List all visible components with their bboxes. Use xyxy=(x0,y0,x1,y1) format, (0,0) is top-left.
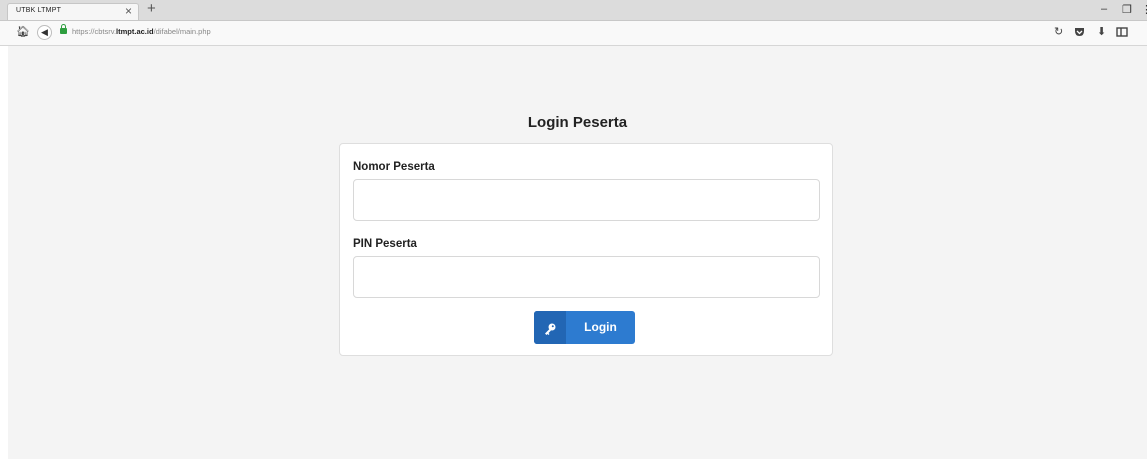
login-button[interactable]: Login xyxy=(534,311,635,344)
download-icon[interactable]: ⬇ xyxy=(1097,25,1106,39)
minimize-button[interactable]: – xyxy=(1101,3,1107,15)
nomor-peserta-input[interactable] xyxy=(353,179,820,221)
browser-tab[interactable]: UTBK LTMPT × xyxy=(7,3,139,20)
url-domain: ltmpt.ac.id xyxy=(116,27,154,36)
tab-title: UTBK LTMPT xyxy=(16,7,62,14)
url-path: /difabel/main.php xyxy=(153,27,211,36)
tab-strip: UTBK LTMPT × + – ❐ ⋮ xyxy=(0,0,1147,21)
new-tab-button[interactable]: + xyxy=(147,0,156,18)
login-button-label: Login xyxy=(584,320,617,334)
page-content: Login Peserta Nomor Peserta PIN Peserta … xyxy=(8,46,1147,459)
pin-peserta-label: PIN Peserta xyxy=(353,238,417,250)
login-card: Nomor Peserta PIN Peserta Login xyxy=(339,143,833,356)
window-menu-button[interactable]: ⋮ xyxy=(1141,3,1147,16)
reload-icon[interactable]: ↻ xyxy=(1054,25,1063,39)
lock-icon[interactable] xyxy=(60,24,67,34)
restore-button[interactable]: ❐ xyxy=(1122,3,1132,16)
key-icon xyxy=(534,311,566,344)
url-bar[interactable]: https://cbtsrv.ltmpt.ac.id/difabel/main.… xyxy=(72,24,1042,40)
nomor-peserta-label: Nomor Peserta xyxy=(353,161,435,173)
back-icon[interactable]: ◀ xyxy=(37,25,52,40)
pocket-icon[interactable] xyxy=(1074,27,1085,37)
home-icon[interactable]: 🏠︎ xyxy=(16,25,30,39)
url-prefix: https://cbtsrv. xyxy=(72,27,117,36)
page-title: Login Peserta xyxy=(527,114,628,131)
sidebar-icon[interactable] xyxy=(1116,27,1128,37)
pin-peserta-input[interactable] xyxy=(353,256,820,298)
browser-toolbar: 🏠︎ ◀ https://cbtsrv.ltmpt.ac.id/difabel/… xyxy=(0,21,1147,46)
tab-close-icon[interactable]: × xyxy=(125,4,132,18)
